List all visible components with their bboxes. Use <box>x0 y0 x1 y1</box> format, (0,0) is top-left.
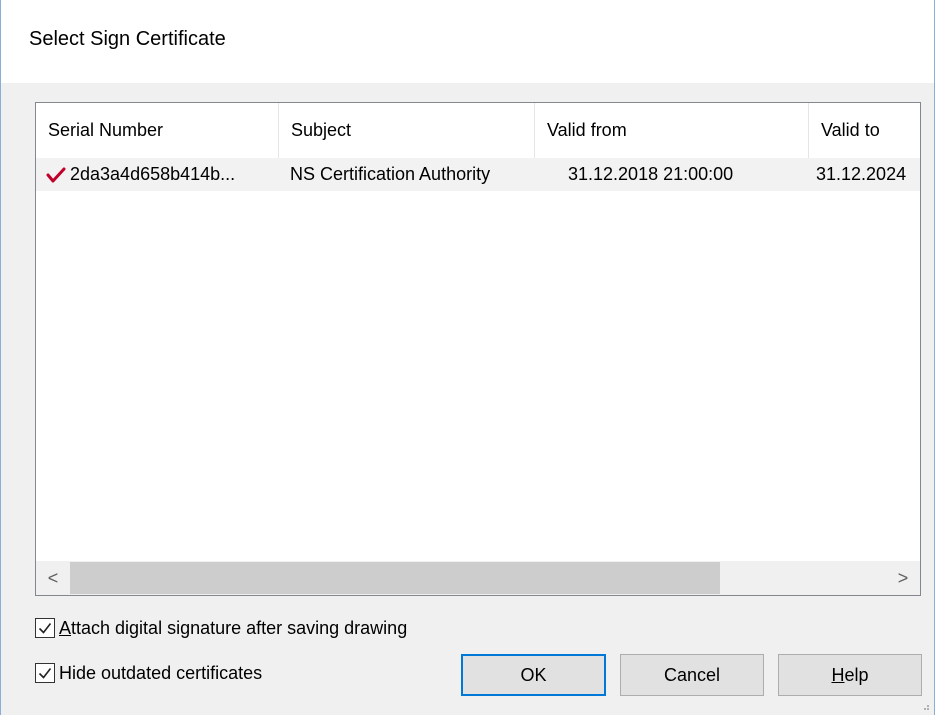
certificate-list[interactable]: Serial Number Subject Valid from Valid t… <box>35 102 921 596</box>
cell-serial-number: 2da3a4d658b414b... <box>70 164 236 184</box>
help-button[interactable]: Help <box>778 654 922 696</box>
checkmark-icon <box>38 623 52 634</box>
scroll-right-arrow-icon[interactable]: > <box>886 561 920 595</box>
checkmark-icon <box>38 668 52 679</box>
select-sign-certificate-dialog: Select Sign Certificate Serial Number Su… <box>0 0 935 715</box>
attach-signature-option[interactable]: Attach digital signature after saving dr… <box>35 615 407 641</box>
resize-grip-icon[interactable] <box>920 701 930 711</box>
list-header: Serial Number Subject Valid from Valid t… <box>36 103 920 158</box>
table-row[interactable]: 2da3a4d658b414b... NS Certification Auth… <box>36 158 920 191</box>
dialog-title: Select Sign Certificate <box>29 28 226 50</box>
attach-signature-checkbox[interactable] <box>35 618 55 638</box>
hide-outdated-label: Hide outdated certificates <box>59 662 263 683</box>
cell-valid-from: 31.12.2018 21:00:00 <box>568 164 734 184</box>
hide-outdated-checkbox[interactable] <box>35 663 55 683</box>
column-header-valid-to[interactable]: Valid to <box>809 103 920 158</box>
scroll-left-arrow-icon[interactable]: < <box>36 561 70 595</box>
cell-valid-to: 31.12.2024 <box>816 164 907 184</box>
scroll-thumb[interactable] <box>70 562 720 594</box>
attach-signature-label: Attach digital signature after saving dr… <box>59 617 408 638</box>
hide-outdated-option[interactable]: Hide outdated certificates <box>35 660 262 686</box>
column-header-serial-number[interactable]: Serial Number <box>36 103 279 158</box>
cancel-button[interactable]: Cancel <box>620 654 764 696</box>
column-header-subject[interactable]: Subject <box>279 103 535 158</box>
ok-button[interactable]: OK <box>461 654 606 696</box>
column-header-valid-from[interactable]: Valid from <box>535 103 809 158</box>
cell-subject: NS Certification Authority <box>290 164 491 184</box>
horizontal-scrollbar[interactable]: < > <box>36 561 920 595</box>
dialog-header: Select Sign Certificate <box>1 0 934 83</box>
red-check-icon <box>46 166 66 184</box>
